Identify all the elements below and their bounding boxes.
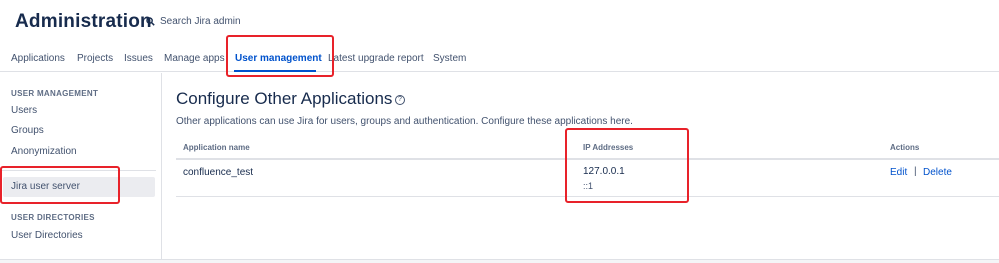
active-tab-indicator [234, 70, 316, 72]
sidebar-item-jira-user-server[interactable]: Jira user server [11, 181, 80, 192]
table-header-divider [176, 158, 999, 160]
ip-address-cell: ::1 [583, 181, 594, 191]
action-separator: | [914, 166, 917, 177]
search-label: Search Jira admin [160, 16, 241, 27]
page-description: Other applications can use Jira for user… [176, 116, 633, 127]
column-header-ip-addresses: IP Addresses [583, 143, 634, 152]
help-icon[interactable]: ? [395, 95, 405, 105]
search-icon [146, 17, 155, 26]
sidebar-item-groups[interactable]: Groups [11, 125, 44, 136]
table-row-divider [176, 196, 999, 197]
search-jira-admin[interactable]: Search Jira admin [146, 16, 241, 27]
tab-issues[interactable]: Issues [124, 53, 153, 64]
main-content: Configure Other Applications ? Other app… [176, 73, 999, 259]
page-header-title: Administration [15, 11, 152, 32]
ip-address-cell: 127.0.0.1 [583, 166, 625, 177]
edit-link[interactable]: Edit [890, 167, 907, 178]
tab-latest-upgrade-report[interactable]: Latest upgrade report [328, 53, 424, 64]
sidebar-heading-user-management: USER MANAGEMENT [11, 89, 99, 98]
header: Administration Search Jira admin [0, 0, 999, 42]
sidebar-heading-user-directories: USER DIRECTORIES [11, 213, 95, 222]
sidebar-divider [0, 170, 156, 171]
page-title: Configure Other Applications [176, 89, 393, 108]
admin-tabs: Applications Projects Issues Manage apps… [0, 42, 999, 72]
sidebar-item-users[interactable]: Users [11, 105, 37, 116]
tab-projects[interactable]: Projects [77, 53, 113, 64]
sidebar-item-anonymization[interactable]: Anonymization [11, 146, 77, 157]
column-header-application-name: Application name [183, 143, 250, 152]
page-bottom-border [0, 259, 999, 263]
delete-link[interactable]: Delete [923, 167, 952, 178]
sidebar: USER MANAGEMENT Users Groups Anonymizati… [0, 73, 162, 259]
application-name-cell: confluence_test [183, 167, 254, 178]
tab-manage-apps[interactable]: Manage apps [164, 53, 225, 64]
tab-system[interactable]: System [433, 53, 466, 64]
tab-applications[interactable]: Applications [11, 53, 65, 64]
sidebar-item-user-directories[interactable]: User Directories [11, 230, 83, 241]
tab-user-management[interactable]: User management [235, 53, 322, 64]
column-header-actions: Actions [890, 143, 920, 152]
